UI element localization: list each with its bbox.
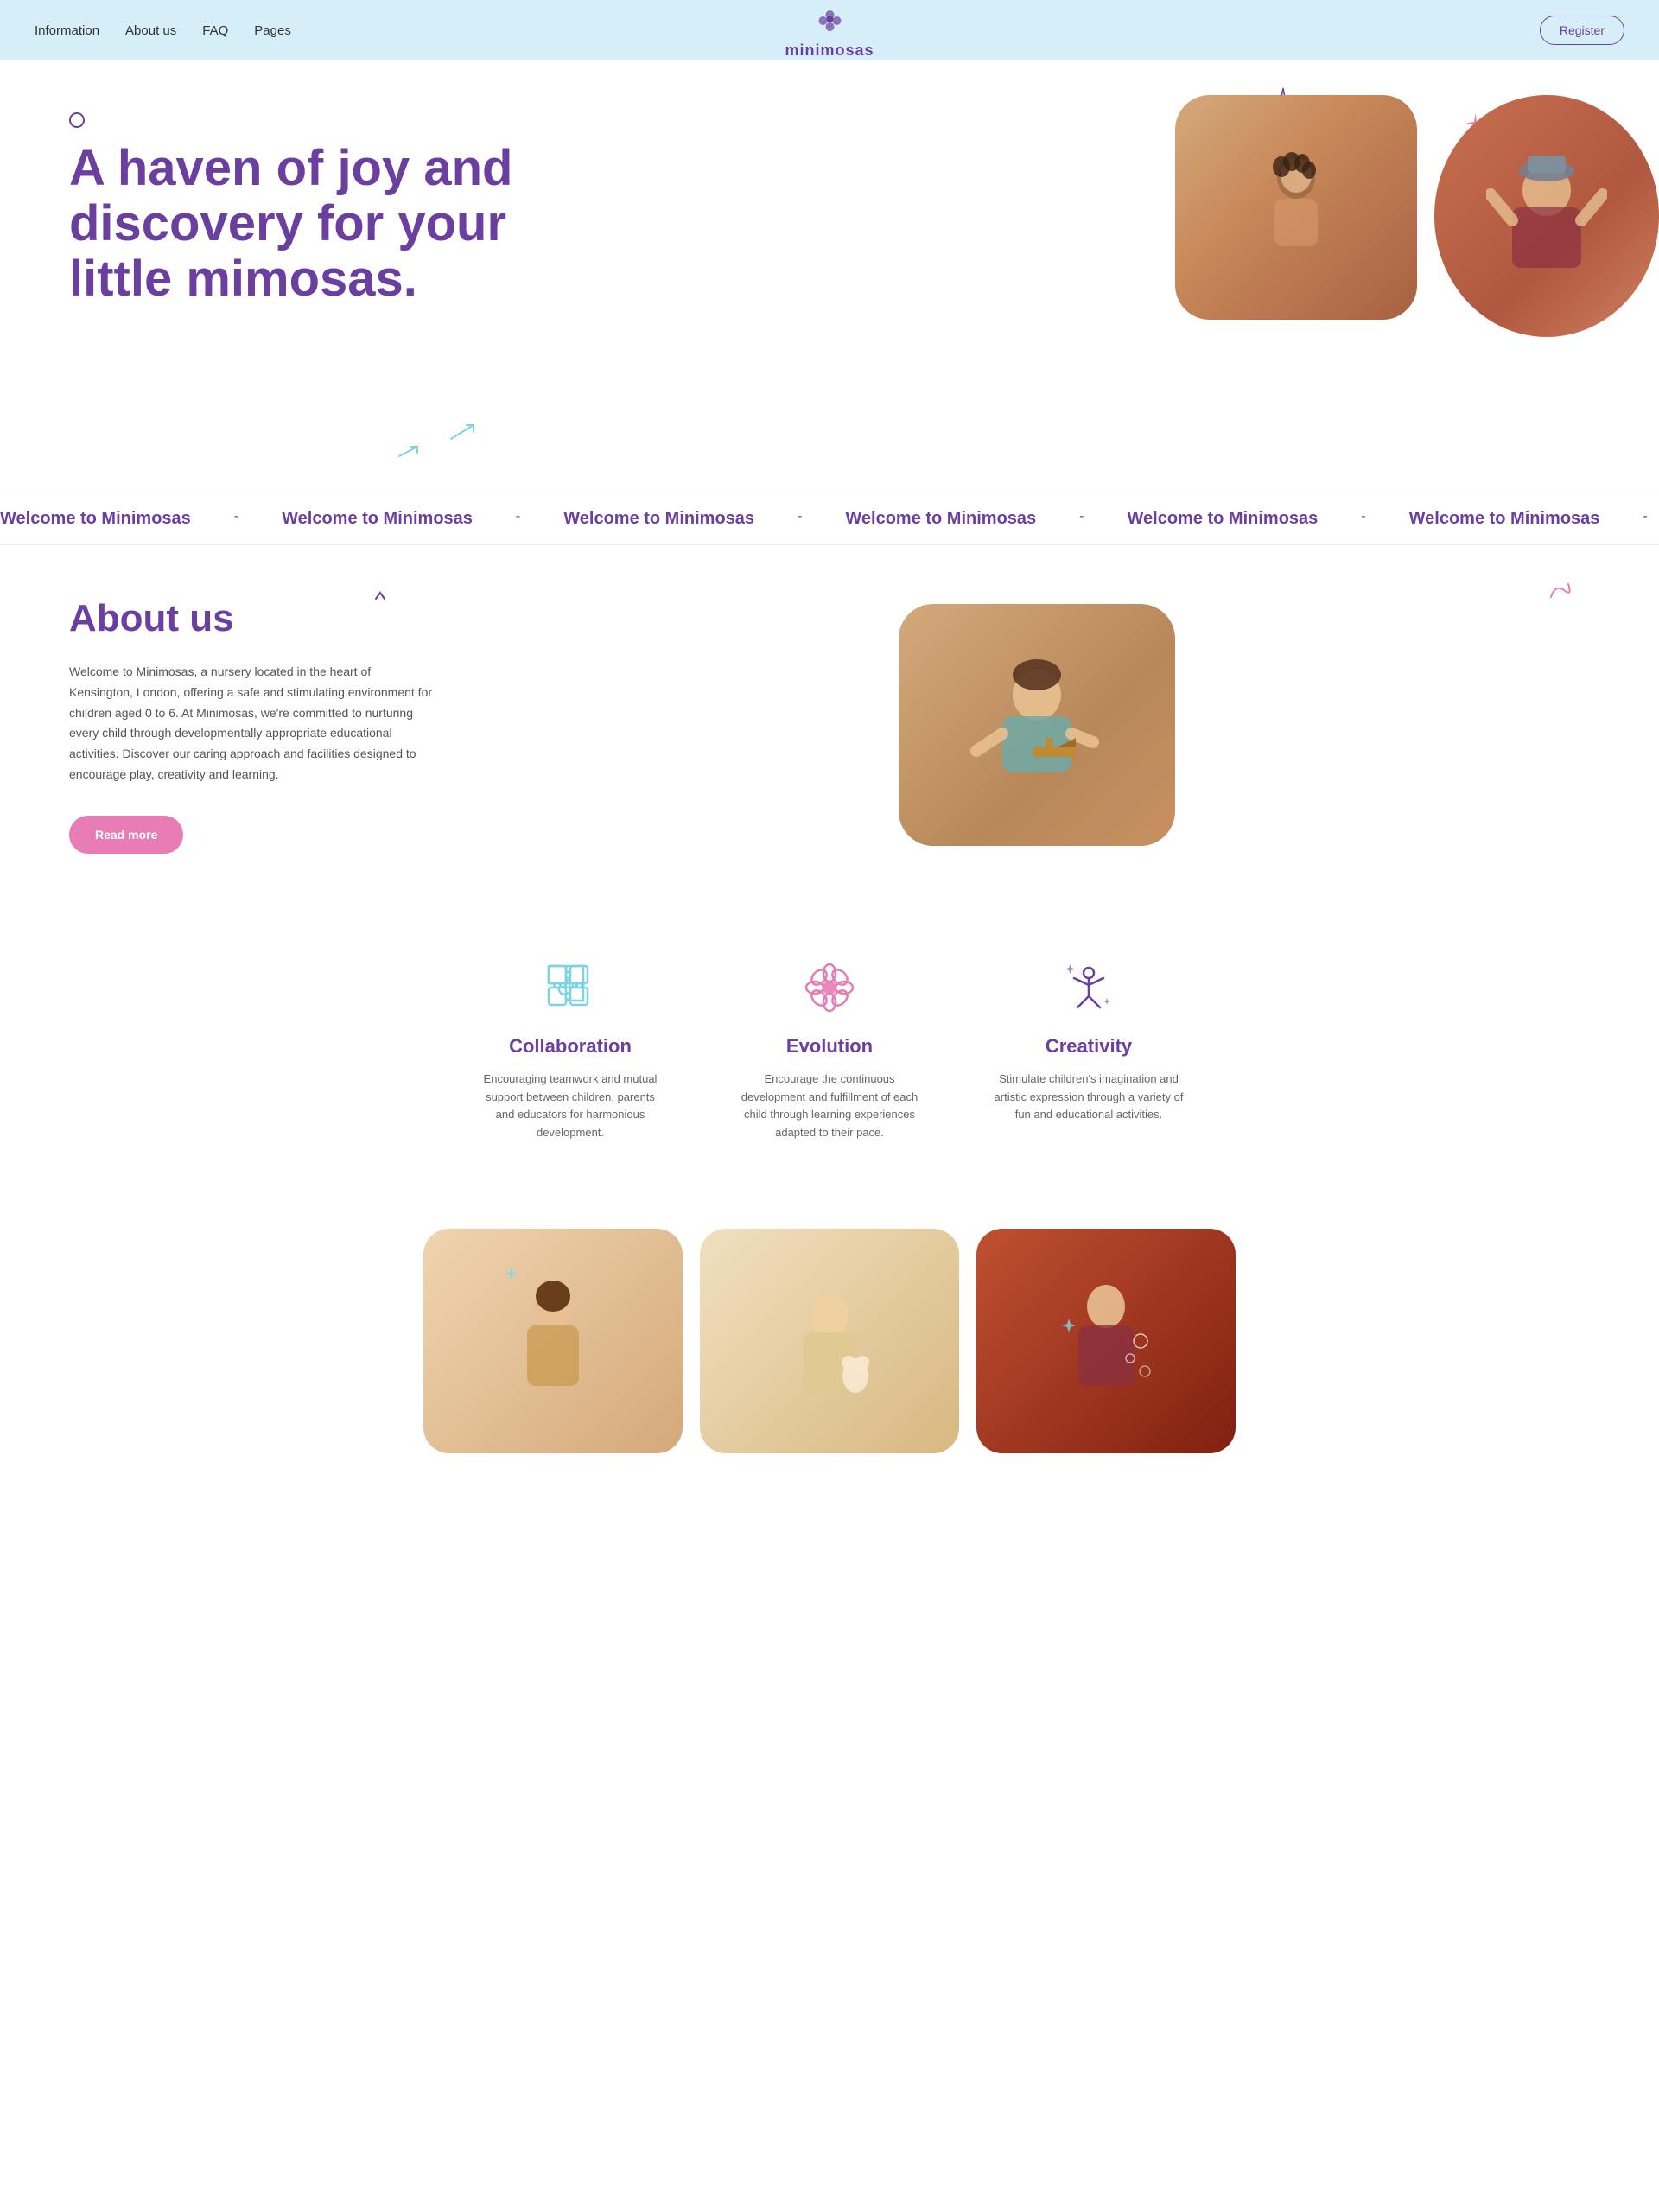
about-text: About us Welcome to Minimosas, a nursery… bbox=[69, 597, 432, 854]
decor-arrow-1 bbox=[449, 423, 475, 441]
hero-content: A haven of joy and discovery for your li… bbox=[69, 112, 518, 323]
nav-about-us[interactable]: About us bbox=[125, 23, 176, 38]
hero-circle-decor bbox=[69, 112, 85, 128]
values-section: Collaboration Encouraging teamwork and m… bbox=[0, 906, 1659, 1194]
marquee-section: Welcome to Minimosas - Welcome to Minimo… bbox=[0, 493, 1659, 545]
marquee-item: Welcome to Minimosas bbox=[1128, 509, 1319, 529]
about-image-child bbox=[899, 604, 1175, 846]
collaboration-icon bbox=[540, 957, 601, 1018]
navbar: Information About us FAQ Pages minimosas… bbox=[0, 0, 1659, 60]
about-title: About us bbox=[69, 597, 234, 640]
nav-information[interactable]: Information bbox=[35, 23, 99, 38]
nav-links: Information About us FAQ Pages bbox=[35, 23, 291, 38]
nav-faq[interactable]: FAQ bbox=[202, 23, 228, 38]
evolution-icon bbox=[799, 957, 860, 1018]
hero-title: A haven of joy and discovery for your li… bbox=[69, 141, 518, 306]
decor-chevron-about bbox=[372, 588, 389, 606]
marquee-track: Welcome to Minimosas - Welcome to Minimo… bbox=[0, 509, 1659, 529]
site-logo: minimosas bbox=[785, 2, 874, 60]
evolution-title: Evolution bbox=[786, 1035, 873, 1058]
marquee-item: Welcome to Minimosas bbox=[0, 509, 191, 529]
collaboration-title: Collaboration bbox=[509, 1035, 632, 1058]
about-section: About us Welcome to Minimosas, a nursery… bbox=[0, 545, 1659, 906]
marquee-item: Welcome to Minimosas bbox=[563, 509, 754, 529]
gallery-item-2 bbox=[700, 1229, 959, 1453]
marquee-item: Welcome to Minimosas bbox=[282, 509, 473, 529]
decor-swirl-about bbox=[1547, 580, 1573, 601]
value-collaboration: Collaboration Encouraging teamwork and m… bbox=[475, 957, 665, 1142]
nav-pages[interactable]: Pages bbox=[254, 23, 291, 38]
register-button[interactable]: Register bbox=[1540, 16, 1624, 45]
creativity-icon bbox=[1058, 957, 1119, 1018]
gallery-item-3 bbox=[976, 1229, 1236, 1453]
value-creativity: Creativity Stimulate children's imaginat… bbox=[994, 957, 1184, 1142]
read-more-button[interactable]: Read more bbox=[69, 816, 183, 854]
marquee-item: Welcome to Minimosas bbox=[1409, 509, 1600, 529]
creativity-title: Creativity bbox=[1046, 1035, 1132, 1058]
about-description: Welcome to Minimosas, a nursery located … bbox=[69, 662, 432, 785]
hero-section: A haven of joy and discovery for your li… bbox=[0, 60, 1659, 493]
decor-arrow-2 bbox=[397, 445, 419, 458]
value-evolution: Evolution Encourage the continuous devel… bbox=[734, 957, 925, 1142]
hero-image-girl-hat bbox=[1434, 95, 1659, 337]
logo-text: minimosas bbox=[785, 41, 874, 60]
marquee-item: Welcome to Minimosas bbox=[845, 509, 1036, 529]
gallery-section bbox=[0, 1194, 1659, 1453]
gallery-item-1 bbox=[423, 1229, 683, 1453]
hero-images bbox=[1175, 95, 1659, 337]
about-image-wrap bbox=[484, 604, 1590, 846]
logo-icon bbox=[812, 2, 847, 41]
hero-image-girl-playing bbox=[1175, 95, 1417, 320]
evolution-desc: Encourage the continuous development and… bbox=[734, 1071, 925, 1142]
collaboration-desc: Encouraging teamwork and mutual support … bbox=[475, 1071, 665, 1142]
creativity-desc: Stimulate children's imagination and art… bbox=[994, 1071, 1184, 1124]
